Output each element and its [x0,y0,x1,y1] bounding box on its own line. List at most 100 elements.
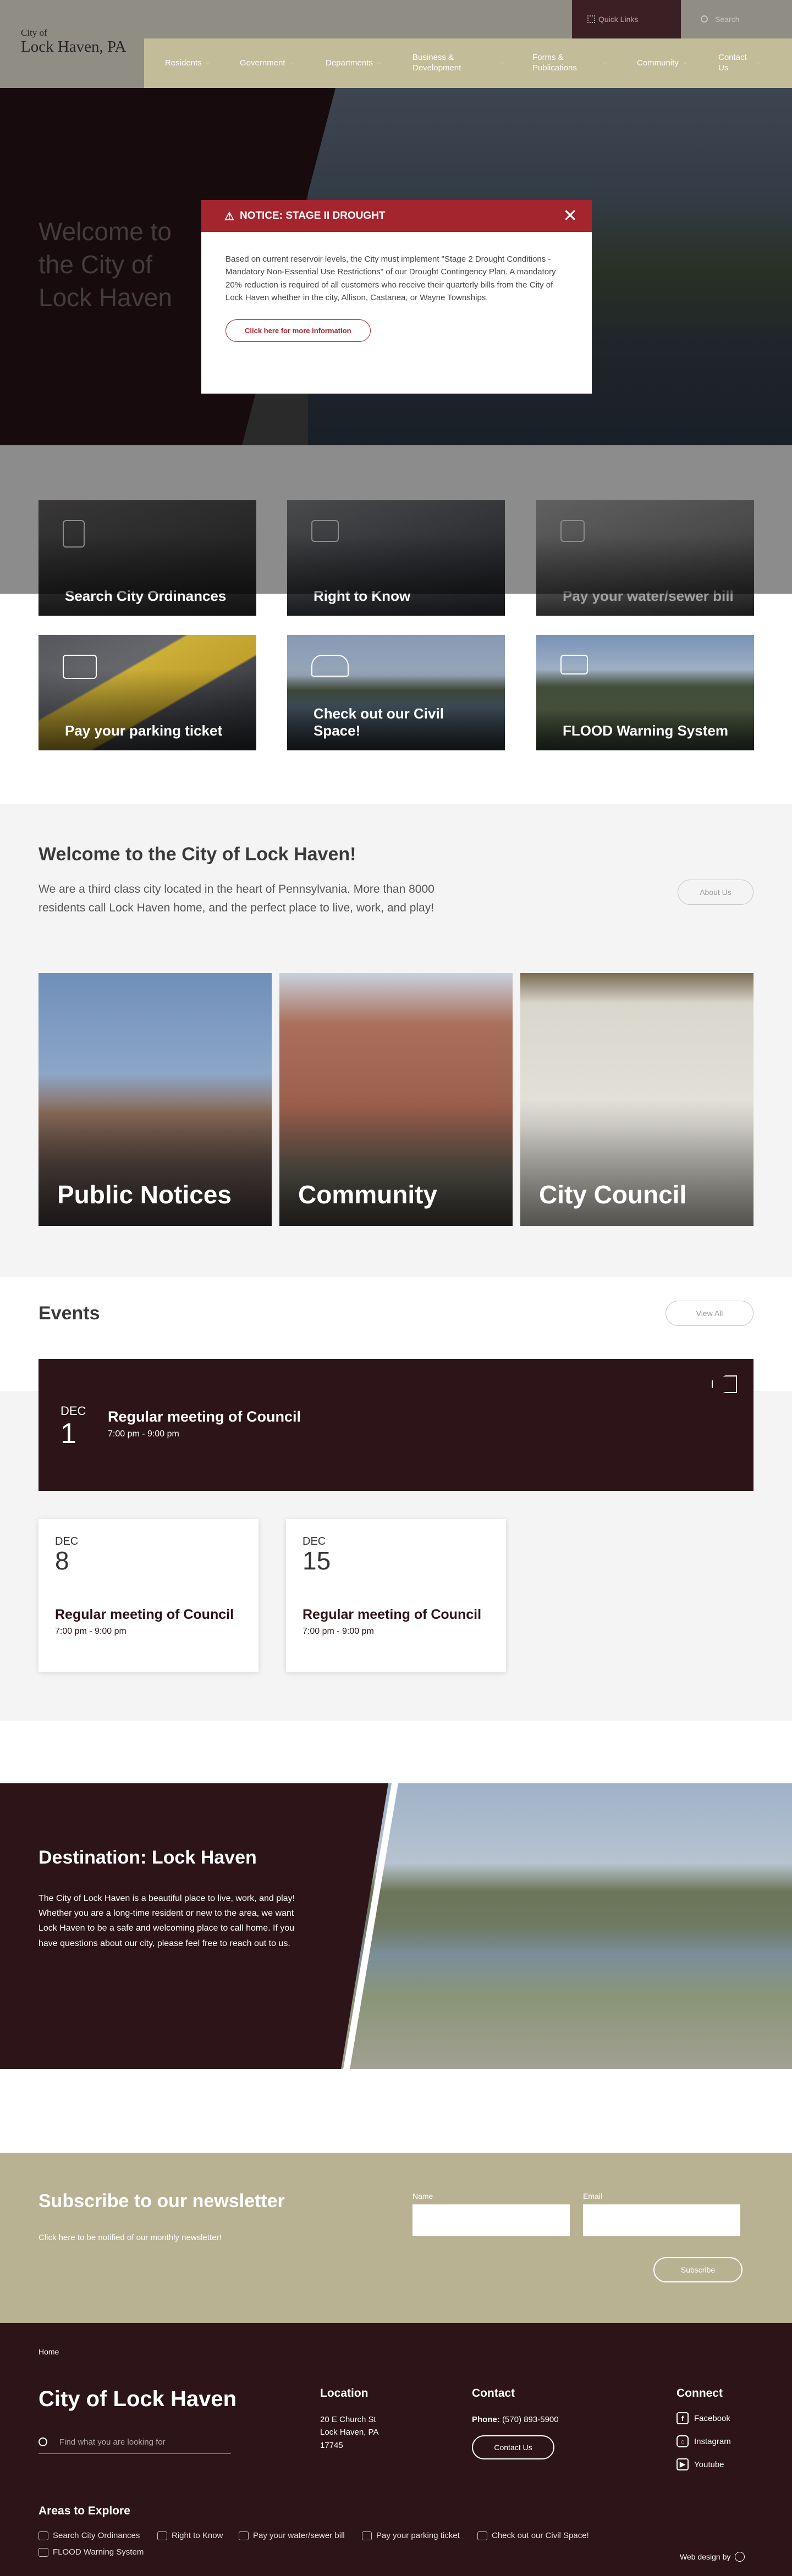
subscribe-button[interactable]: Subscribe [653,2257,743,2282]
footer-search[interactable]: Find what you are looking for [38,2435,231,2454]
email-label: Email [583,2192,603,2201]
card-city-council[interactable]: City Council [520,973,754,1226]
event-day: 15 [302,1546,331,1575]
area-link[interactable]: Search City Ordinances [38,2531,140,2540]
close-icon[interactable]: ✕ [563,207,578,224]
briefcase-icon [157,2531,167,2540]
newsletter-subtitle[interactable]: Click here to be notified of our monthly… [38,2233,222,2242]
nav-label: Departments [326,58,373,68]
more-info-button[interactable]: Click here for more information [226,319,371,342]
area-link[interactable]: Right to Know [157,2531,223,2540]
header-search[interactable]: Search [681,0,792,38]
breadcrumb[interactable]: Home [38,2347,59,2356]
chevron-down-icon: ⌵ [289,59,294,66]
event-month: DEC [302,1535,326,1547]
chevron-down-icon: ⌵ [756,59,760,66]
nav-item-contact[interactable]: Contact Us ⌵ [718,38,784,88]
quick-links-label: Quick Links [598,15,639,24]
social-label: Instagram [694,2436,731,2446]
search-icon [701,15,708,23]
tile-civil-space[interactable]: Check out our Civil Space! [287,635,505,750]
phone-label: Phone: [472,2415,500,2424]
area-label: Check out our Civil Space! [492,2531,589,2540]
area-link[interactable]: Pay your parking ticket [362,2531,460,2540]
email-field[interactable] [583,2204,740,2236]
phone-number[interactable]: (570) 893-5900 [502,2415,559,2424]
event-card[interactable]: DEC 15 Regular meeting of Council 7:00 p… [286,1519,506,1672]
area-link[interactable]: Pay your water/sewer bill [239,2531,345,2540]
card-label: Community [298,1180,437,1209]
area-link[interactable]: Check out our Civil Space! [477,2531,589,2540]
instagram-icon: ○ [676,2435,689,2447]
area-label: FLOOD Warning System [53,2547,144,2557]
nav-item-community[interactable]: Community ⌵ [637,38,687,88]
nav-item-forms[interactable]: Forms & Publications ⌵ [532,38,626,88]
megaphone-icon [38,2547,48,2557]
location-heading: Location [320,2387,369,2400]
logo-big-text: Lock Haven, PA [21,38,127,56]
header-search-placeholder: Search [715,15,740,24]
nav-item-business[interactable]: Business & Development ⌵ [413,38,522,88]
main-nav: Residents ⌵ Government ⌵ Departments ⌵ Busi… [144,38,792,88]
event-card[interactable]: DEC 8 Regular meeting of Council 7:00 pm… [38,1519,258,1672]
event-day: 1 [61,1418,76,1450]
site-logo[interactable]: City of Lock Haven, PA [0,0,144,88]
card-label: Public Notices [57,1180,232,1209]
modal-header: ⚠ NOTICE: STAGE II DROUGHT [201,200,592,232]
warning-icon: ⚠ [224,210,234,223]
youtube-link[interactable]: ▶ Youtube [676,2458,731,2470]
area-link[interactable]: FLOOD Warning System [38,2547,144,2557]
people-icon [311,655,349,677]
social-label: Facebook [694,2413,730,2423]
house-icon [239,2531,249,2540]
nav-label: Government [240,58,285,68]
about-us-button[interactable]: About Us [678,880,754,905]
chevron-down-icon: ⌵ [683,59,688,66]
chevron-down-icon: ⌵ [499,59,504,66]
document-icon [38,2531,48,2540]
facebook-link[interactable]: f Facebook [676,2412,731,2424]
event-time: 7:00 pm - 9:00 pm [302,1627,374,1637]
event-month: DEC [55,1535,79,1547]
tile-parking[interactable]: Pay your parking ticket [38,635,256,750]
event-name: Regular meeting of Council [55,1607,234,1622]
site-header: City of Lock Haven, PA Quick Links Searc… [0,0,792,88]
designer-logo-icon [735,2552,745,2562]
contact-heading: Contact [472,2387,515,2400]
destination-text: The City of Lock Haven is a beautiful pl… [38,1894,295,1948]
card-label: City Council [539,1180,687,1209]
grid-icon [587,15,595,23]
event-time: 7:00 pm - 9:00 pm [108,1429,179,1439]
megaphone-icon [712,1375,737,1393]
connect-heading: Connect [676,2387,723,2400]
area-label: Search City Ordinances [53,2531,140,2540]
address-line: Lock Haven, PA [320,2428,379,2437]
destination-photo [330,1783,792,2069]
quick-links-button[interactable]: Quick Links [572,0,681,38]
name-label: Name [413,2192,433,2201]
chevron-down-icon: ⌵ [206,59,211,66]
areas-heading: Areas to Explore [38,2505,130,2517]
chevron-down-icon: ⌵ [377,59,382,66]
address: 20 E Church St Lock Haven, PA 17745 [320,2413,378,2452]
megaphone-icon [560,655,588,675]
footer-search-placeholder: Find what you are looking for [59,2437,166,2447]
view-all-events-button[interactable]: View All [666,1301,754,1326]
nav-item-government[interactable]: Government ⌵ [240,38,294,88]
featured-event[interactable]: DEC 1 Regular meeting of Council 7:00 pm… [38,1359,754,1491]
event-name: Regular meeting of Council [302,1607,482,1622]
name-field[interactable] [413,2204,570,2236]
card-public-notices[interactable]: Public Notices [38,973,272,1226]
tile-label: Check out our Civil Space! [314,705,444,739]
instagram-link[interactable]: ○ Instagram [676,2435,731,2447]
newsletter-title: Subscribe to our newsletter [38,2191,285,2212]
nav-item-departments[interactable]: Departments ⌵ [326,38,381,88]
nav-item-residents[interactable]: Residents ⌵ [165,38,210,88]
tile-flood-warning[interactable]: FLOOD Warning System [536,635,754,750]
area-label: Pay your water/sewer bill [253,2531,345,2540]
card-community[interactable]: Community [279,973,513,1226]
contact-us-button[interactable]: Contact Us [472,2435,554,2459]
web-design-credit[interactable]: Web design by [680,2552,745,2562]
welcome-title: Welcome to the City of Lock Haven! [38,844,356,865]
nav-label: Community [637,58,679,68]
